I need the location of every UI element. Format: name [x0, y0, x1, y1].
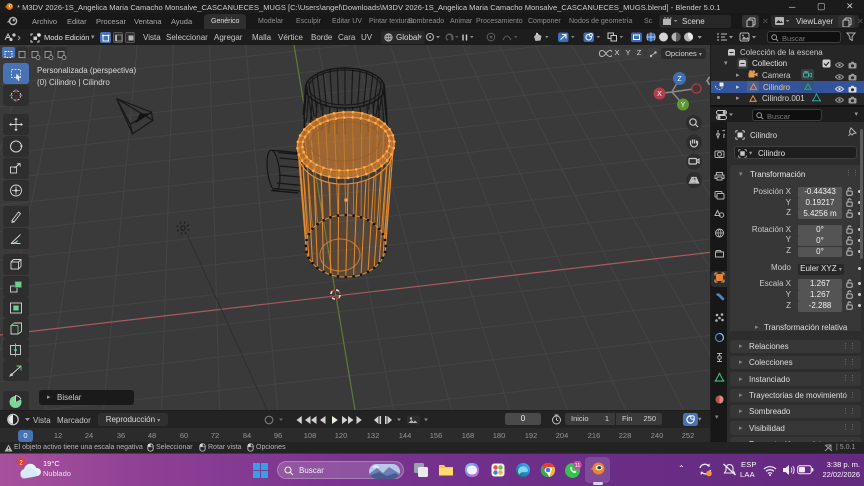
svg-text:Personalizada (perspectiva): Personalizada (perspectiva): [37, 66, 136, 75]
svg-text:❮: ❮: [705, 76, 710, 85]
svg-text:11: 11: [575, 463, 581, 469]
svg-text:(0) Cilindro | Cilindro: (0) Cilindro | Cilindro: [37, 78, 110, 87]
svg-text:Y: Y: [681, 102, 686, 109]
svg-text:X: X: [657, 91, 662, 98]
svg-text:Z: Z: [677, 76, 682, 83]
